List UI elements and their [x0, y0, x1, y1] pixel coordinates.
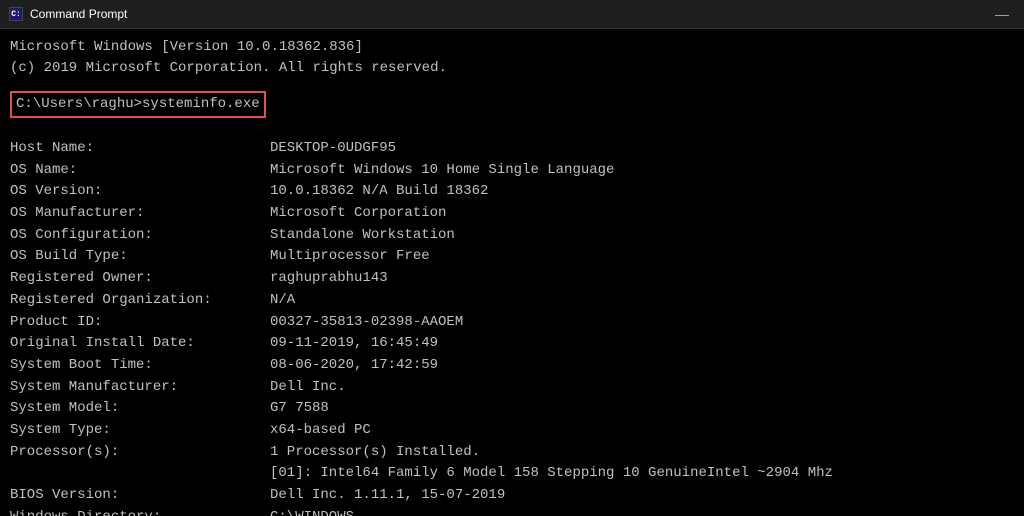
intro-line-1: Microsoft Windows [Version 10.0.18362.83… — [10, 37, 1014, 58]
sysinfo-row: Windows Directory:C:\WINDOWS — [10, 507, 1014, 516]
sysinfo-value: N/A — [270, 290, 295, 312]
sysinfo-label: System Model: — [10, 398, 270, 420]
sysinfo-value: 1 Processor(s) Installed. — [270, 442, 480, 464]
sysinfo-value: raghuprabhu143 — [270, 268, 388, 290]
sysinfo-value: 00327-35813-02398-AAOEM — [270, 312, 463, 334]
sysinfo-row: Registered Organization:N/A — [10, 290, 1014, 312]
sysinfo-row: [01]: Intel64 Family 6 Model 158 Steppin… — [10, 463, 1014, 485]
sysinfo-label: OS Name: — [10, 160, 270, 182]
sysinfo-label: System Type: — [10, 420, 270, 442]
sysinfo-label: Registered Owner: — [10, 268, 270, 290]
sysinfo-value: DESKTOP-0UDGF95 — [270, 138, 396, 160]
sysinfo-row: System Manufacturer:Dell Inc. — [10, 377, 1014, 399]
sysinfo-row: Registered Owner:raghuprabhu143 — [10, 268, 1014, 290]
sysinfo-row: OS Manufacturer:Microsoft Corporation — [10, 203, 1014, 225]
sysinfo-label: OS Configuration: — [10, 225, 270, 247]
window-controls: — — [988, 4, 1016, 24]
sysinfo-value: Microsoft Corporation — [270, 203, 446, 225]
sysinfo-row: OS Build Type:Multiprocessor Free — [10, 246, 1014, 268]
sysinfo-label: Registered Organization: — [10, 290, 270, 312]
sysinfo-row: BIOS Version:Dell Inc. 1.11.1, 15-07-201… — [10, 485, 1014, 507]
sysinfo-label: Processor(s): — [10, 442, 270, 464]
sysinfo-row: Host Name:DESKTOP-0UDGF95 — [10, 138, 1014, 160]
sysinfo-value: Dell Inc. — [270, 377, 346, 399]
sysinfo-row: Product ID:00327-35813-02398-AAOEM — [10, 312, 1014, 334]
sysinfo-value: Multiprocessor Free — [270, 246, 430, 268]
sysinfo-row: OS Version:10.0.18362 N/A Build 18362 — [10, 181, 1014, 203]
minimize-button[interactable]: — — [988, 4, 1016, 24]
sysinfo-value: x64-based PC — [270, 420, 371, 442]
sysinfo-value: 09-11-2019, 16:45:49 — [270, 333, 438, 355]
sysinfo-row: System Model:G7 7588 — [10, 398, 1014, 420]
sysinfo-label: System Boot Time: — [10, 355, 270, 377]
sysinfo-row: System Type:x64-based PC — [10, 420, 1014, 442]
sysinfo-label: Windows Directory: — [10, 507, 270, 516]
sysinfo-value: Dell Inc. 1.11.1, 15-07-2019 — [270, 485, 505, 507]
terminal-body: Microsoft Windows [Version 10.0.18362.83… — [0, 29, 1024, 516]
sysinfo-label: Product ID: — [10, 312, 270, 334]
sysinfo-label: OS Build Type: — [10, 246, 270, 268]
sysinfo-value: 10.0.18362 N/A Build 18362 — [270, 181, 488, 203]
title-bar-left: C: Command Prompt — [8, 6, 127, 22]
sysinfo-label: Original Install Date: — [10, 333, 270, 355]
sysinfo-row: System Boot Time:08-06-2020, 17:42:59 — [10, 355, 1014, 377]
sysinfo-label — [10, 463, 270, 485]
cmd-icon-label: C: — [11, 10, 21, 19]
cmd-app-icon: C: — [8, 6, 24, 22]
cmd-icon-graphic: C: — [9, 7, 23, 21]
sysinfo-row: OS Configuration:Standalone Workstation — [10, 225, 1014, 247]
sysinfo-label: Host Name: — [10, 138, 270, 160]
sysinfo-label: OS Version: — [10, 181, 270, 203]
sysinfo-table: Host Name:DESKTOP-0UDGF95OS Name:Microso… — [10, 138, 1014, 516]
sysinfo-row: Processor(s):1 Processor(s) Installed. — [10, 442, 1014, 464]
sysinfo-row: OS Name:Microsoft Windows 10 Home Single… — [10, 160, 1014, 182]
sysinfo-row: Original Install Date:09-11-2019, 16:45:… — [10, 333, 1014, 355]
sysinfo-label: System Manufacturer: — [10, 377, 270, 399]
sysinfo-value: Microsoft Windows 10 Home Single Languag… — [270, 160, 614, 182]
sysinfo-value: C:\WINDOWS — [270, 507, 354, 516]
sysinfo-value: 08-06-2020, 17:42:59 — [270, 355, 438, 377]
sysinfo-label: BIOS Version: — [10, 485, 270, 507]
intro-line-2: (c) 2019 Microsoft Corporation. All righ… — [10, 58, 1014, 79]
window-title: Command Prompt — [30, 7, 127, 21]
sysinfo-value: Standalone Workstation — [270, 225, 455, 247]
sysinfo-label: OS Manufacturer: — [10, 203, 270, 225]
title-bar: C: Command Prompt — — [0, 0, 1024, 29]
command-line: C:\Users\raghu>systeminfo.exe — [10, 91, 266, 118]
sysinfo-value: G7 7588 — [270, 398, 329, 420]
sysinfo-value: [01]: Intel64 Family 6 Model 158 Steppin… — [270, 463, 833, 485]
